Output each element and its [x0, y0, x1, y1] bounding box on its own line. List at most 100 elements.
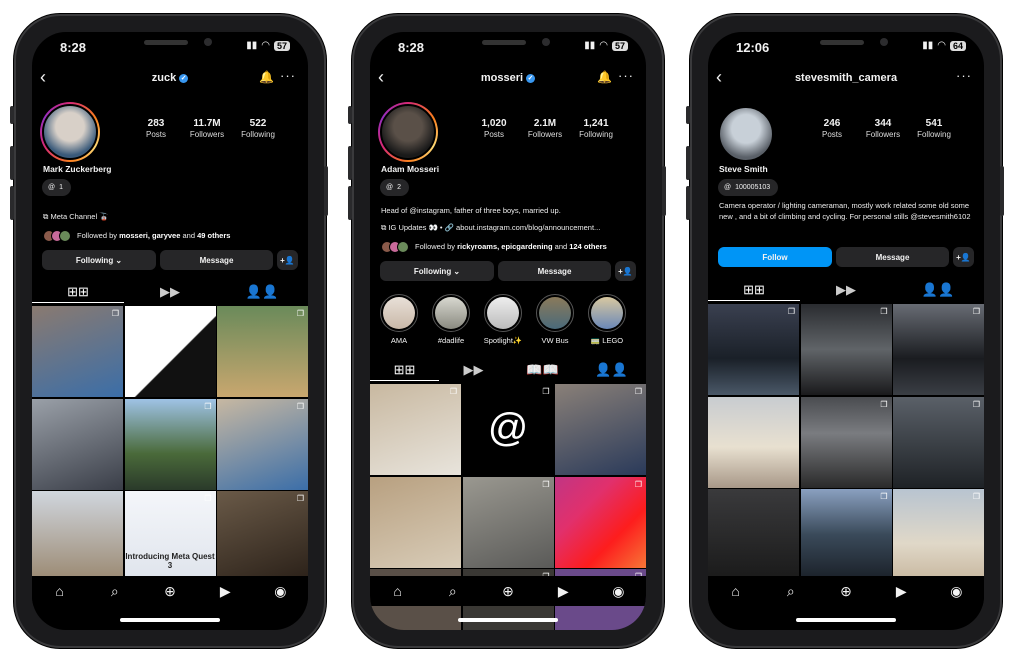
nav-profile[interactable]: ◉: [929, 576, 984, 606]
post-tile[interactable]: ❐: [217, 491, 308, 582]
following-button[interactable]: Following ⌄: [380, 261, 494, 281]
home-indicator[interactable]: [458, 618, 558, 622]
followed-names: mosseri, garyvee: [119, 231, 181, 240]
threads-badge[interactable]: @2: [380, 179, 410, 196]
followed-by[interactable]: Followed by rickyroams, epicgardening an…: [381, 241, 638, 254]
battery-level: 57: [273, 40, 290, 51]
grid-icon: ⊞: [67, 283, 78, 299]
highlight-1[interactable]: #dadlife: [431, 294, 471, 345]
stat-following[interactable]: 541 Following: [904, 118, 964, 139]
nav-create[interactable]: ⊕: [818, 576, 873, 606]
followed-by[interactable]: Followed by mosseri, garyvee and 49 othe…: [43, 230, 300, 243]
post-tile[interactable]: ❐: [32, 306, 123, 397]
tab-reels[interactable]: ▶ ▶: [124, 281, 216, 303]
external-link[interactable]: about.instagram.com/blog/announcement...: [456, 223, 600, 232]
more-options-icon[interactable]: ···: [280, 68, 296, 83]
notification-bell-icon[interactable]: 🔔: [259, 70, 274, 84]
post-tile[interactable]: ❐ Introducing Meta Quest 3: [124, 491, 216, 582]
nav-reels[interactable]: ▶: [874, 576, 929, 606]
post-tile[interactable]: [32, 398, 123, 490]
nav-reels[interactable]: ▶: [536, 576, 591, 606]
post-tile[interactable]: [708, 396, 799, 488]
tab-reels[interactable]: ▶ ▶: [439, 359, 508, 381]
home-indicator[interactable]: [796, 618, 896, 622]
tab-grid[interactable]: ⊞ ⊞: [370, 359, 439, 381]
avatar[interactable]: [40, 102, 100, 162]
tab-tagged[interactable]: 👤 👤: [216, 281, 308, 303]
post-tile[interactable]: ❐: [124, 306, 216, 397]
more-options-icon[interactable]: ···: [956, 68, 972, 83]
highlight-3[interactable]: VW Bus: [535, 294, 575, 345]
tab-grid[interactable]: ⊞ ⊞: [708, 279, 800, 301]
threads-badge[interactable]: @1: [42, 179, 72, 196]
followed-prefix: Followed by: [415, 242, 458, 251]
post-tile[interactable]: ❐: [217, 306, 308, 397]
bio-text: Head of @instagram, father of three boys…: [381, 206, 561, 215]
post-tile[interactable]: ❐: [555, 476, 646, 568]
tab-tagged[interactable]: 👤 👤: [577, 359, 646, 381]
notification-bell-icon[interactable]: 🔔: [597, 70, 612, 84]
post-tile[interactable]: ❐: [370, 384, 461, 475]
highlight-4[interactable]: 🚃 LEGO: [587, 294, 627, 345]
highlight-cover: [588, 294, 626, 332]
channel-link[interactable]: Meta Channel 🚡: [50, 212, 108, 221]
highlight-0[interactable]: AMA: [379, 294, 419, 345]
message-button[interactable]: Message: [498, 261, 611, 281]
suggest-people-button[interactable]: +👤: [953, 247, 974, 267]
post-tile[interactable]: ❐ @: [462, 384, 554, 475]
follow-button[interactable]: Follow: [718, 247, 832, 267]
post-tile[interactable]: ❐: [800, 396, 892, 488]
post-tile[interactable]: ❐: [124, 398, 216, 490]
suggest-people-button[interactable]: +👤: [615, 261, 636, 281]
threads-badge-text: 1: [59, 184, 64, 191]
message-button[interactable]: Message: [836, 247, 949, 267]
highlight-label: 🚃 LEGO: [590, 336, 624, 345]
highlight-label: AMA: [390, 336, 408, 345]
threads-badge[interactable]: @100005103: [718, 179, 779, 196]
channel-link[interactable]: IG Updates 👀: [388, 223, 437, 232]
nav-search[interactable]: ⌕: [763, 576, 818, 606]
post-tile[interactable]: ❐: [555, 384, 646, 475]
home-indicator[interactable]: [120, 618, 220, 622]
nav-create[interactable]: ⊕: [480, 576, 535, 606]
nav-create[interactable]: ⊕: [142, 576, 197, 606]
post-tile[interactable]: ❐: [800, 489, 892, 580]
tab-guides[interactable]: 📖 📖: [508, 359, 577, 381]
avatar[interactable]: [716, 104, 776, 164]
nav-profile[interactable]: ◉: [591, 576, 646, 606]
post-tile[interactable]: ❐: [893, 304, 984, 395]
avatar[interactable]: [378, 102, 438, 162]
followed-others: 49 others: [197, 231, 231, 240]
battery-level: 64: [949, 40, 966, 51]
tab-tagged[interactable]: 👤 👤: [892, 279, 984, 301]
nav-search[interactable]: ⌕: [425, 576, 480, 606]
multi-post-icon: ❐: [972, 492, 980, 501]
stat-following[interactable]: 522 Following: [228, 118, 288, 139]
nav-home[interactable]: ⌂: [370, 576, 425, 606]
more-options-icon[interactable]: ···: [618, 68, 634, 83]
highlight-2[interactable]: Spotlight✨: [483, 294, 523, 345]
suggest-people-button[interactable]: +👤: [277, 250, 298, 270]
post-tile[interactable]: ❐: [893, 489, 984, 580]
post-tile[interactable]: ❐: [800, 304, 892, 395]
highlight-cover: [536, 294, 574, 332]
following-button[interactable]: Following ⌄: [42, 250, 156, 270]
multi-post-icon: ❐: [880, 399, 888, 409]
nav-search[interactable]: ⌕: [87, 576, 142, 606]
stat-following[interactable]: 1,241 Following: [566, 118, 626, 139]
nav-home[interactable]: ⌂: [708, 576, 763, 606]
nav-reels[interactable]: ▶: [198, 576, 253, 606]
post-tile[interactable]: ❐: [708, 304, 799, 395]
post-tile[interactable]: ❐: [893, 396, 984, 488]
search-icon: ⌕: [448, 583, 457, 599]
post-tile[interactable]: [708, 489, 799, 580]
nav-home[interactable]: ⌂: [32, 576, 87, 606]
post-tile[interactable]: ❐: [462, 476, 554, 568]
post-tile[interactable]: ❐: [217, 398, 308, 490]
tab-grid[interactable]: ⊞ ⊞: [32, 281, 124, 303]
post-tile[interactable]: [32, 491, 123, 582]
post-tile[interactable]: [370, 476, 461, 568]
message-button[interactable]: Message: [160, 250, 273, 270]
tab-reels[interactable]: ▶ ▶: [800, 279, 892, 301]
nav-profile[interactable]: ◉: [253, 576, 308, 606]
